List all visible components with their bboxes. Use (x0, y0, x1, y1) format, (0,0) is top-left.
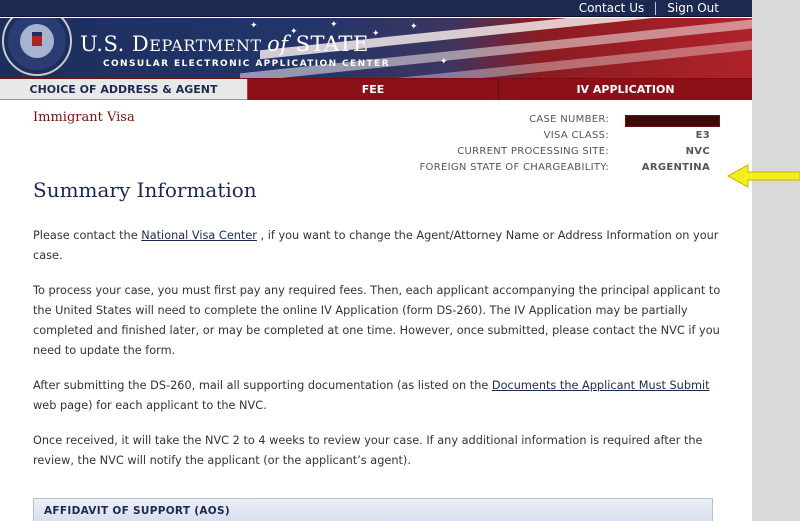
tab-iv-application[interactable]: IV APPLICATION (499, 79, 752, 100)
case-info-panel: CASE NUMBER: VISA CLASS: E3 CURRENT PROC… (380, 114, 720, 178)
paragraph-text: After submitting the DS-260, mail all su… (33, 379, 492, 392)
app-window: Contact Us Sign Out ✦ ✦ ✦ ✦ ✦ ✦ U.S. DEP… (0, 0, 752, 521)
documents-paragraph: After submitting the DS-260, mail all su… (33, 376, 723, 416)
contact-us-link[interactable]: Contact Us (568, 1, 656, 15)
paragraph-text: Please contact the (33, 229, 142, 242)
chargeability-value: ARGENTINA (641, 162, 710, 173)
top-nav-bar: Contact Us Sign Out (0, 0, 752, 17)
step-tabs: CHOICE OF ADDRESS & AGENT FEE IV APPLICA… (0, 78, 752, 100)
yellow-arrow-left-icon (726, 164, 800, 188)
case-number-row: CASE NUMBER: (380, 114, 720, 130)
dept-title-part: U.S. D (80, 32, 150, 56)
national-visa-center-link[interactable]: National Visa Center (141, 229, 257, 242)
visa-class-label: VISA CLASS: (543, 130, 609, 141)
dept-title-part: STATE (288, 32, 369, 56)
contact-paragraph: Please contact the National Visa Center … (33, 226, 723, 266)
redacted-case-number (625, 115, 720, 127)
state-seal-icon (2, 18, 72, 76)
processing-site-label: CURRENT PROCESSING SITE: (457, 146, 609, 157)
sign-out-link[interactable]: Sign Out (656, 1, 730, 15)
paragraph-text: web page) for each applicant to the NVC. (33, 399, 267, 412)
aos-section-label: AFFIDAVIT OF SUPPORT (AOS) (44, 505, 230, 517)
tab-choice-of-address-agent[interactable]: CHOICE OF ADDRESS & AGENT (0, 79, 247, 100)
processing-site-row: CURRENT PROCESSING SITE: NVC (380, 146, 710, 162)
review-paragraph: Once received, it will take the NVC 2 to… (33, 434, 703, 467)
documents-applicant-must-submit-link[interactable]: Documents the Applicant Must Submit (492, 379, 710, 392)
chargeability-row: FOREIGN STATE OF CHARGEABILITY: ARGENTIN… (380, 162, 710, 178)
department-title: U.S. DEPARTMENT of STATE (80, 32, 369, 56)
processing-site-value: NVC (685, 146, 710, 157)
page-title: Summary Information (33, 178, 257, 202)
visa-class-row: VISA CLASS: E3 (380, 130, 710, 146)
dept-title-part: of (267, 32, 289, 56)
chargeability-label: FOREIGN STATE OF CHARGEABILITY: (419, 162, 609, 173)
visa-class-value: E3 (695, 130, 710, 141)
consular-subtitle: CONSULAR ELECTRONIC APPLICATION CENTER (103, 59, 390, 69)
affidavit-of-support-section-header[interactable]: AFFIDAVIT OF SUPPORT (AOS) (33, 498, 713, 521)
visa-type-title: Immigrant Visa (33, 110, 135, 125)
case-number-label: CASE NUMBER: (529, 114, 609, 125)
process-paragraph: To process your case, you must first pay… (33, 284, 721, 357)
dept-title-part: EPARTMENT (149, 36, 268, 55)
header-banner: ✦ ✦ ✦ ✦ ✦ ✦ U.S. DEPARTMENT of STATE CON… (0, 18, 752, 78)
tab-fee[interactable]: FEE (247, 79, 499, 100)
